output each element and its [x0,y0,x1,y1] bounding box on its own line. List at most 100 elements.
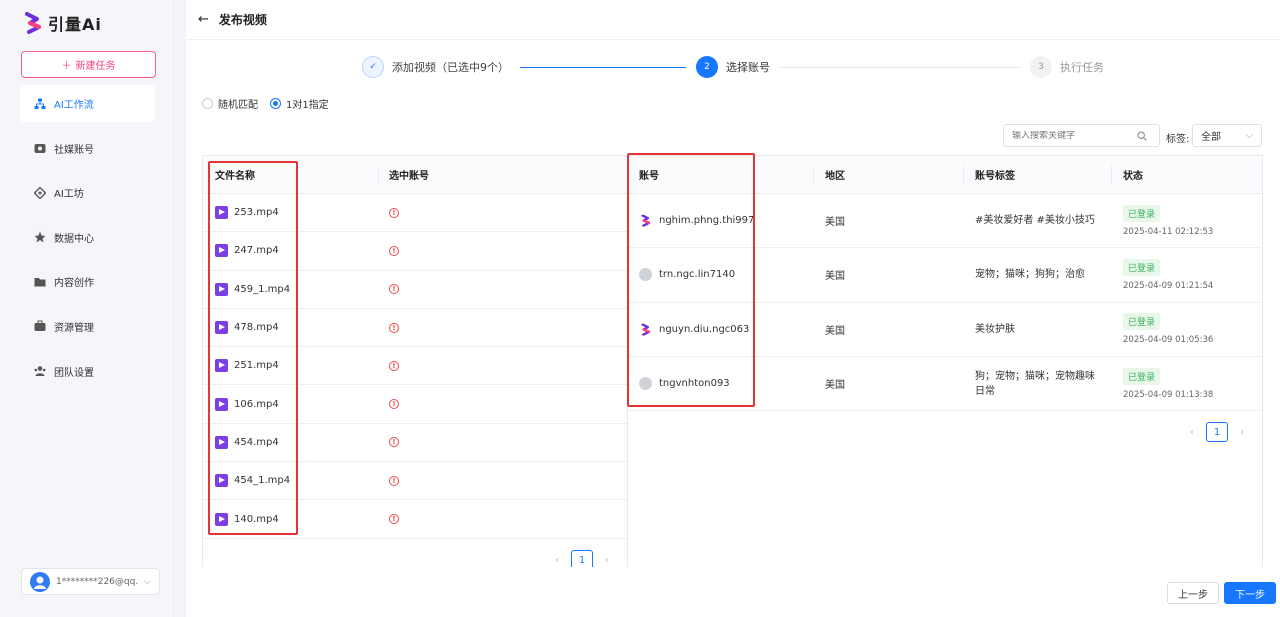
selected-account-cell[interactable]: ! [379,322,399,333]
step-connector [520,67,686,68]
radio-random-match[interactable]: 随机匹配 [202,96,258,111]
table-row[interactable]: nguyn.diu.ngc063 美国 美妆护肤 已登录 2025-04-09 01:0… [628,303,1262,357]
search-input[interactable] [1012,130,1137,141]
selected-account-cell[interactable]: ! [379,284,399,295]
user-name: 1********226@qq... [56,576,138,587]
region-cell: 美国 [825,271,845,283]
step-number: 2 [696,56,718,78]
selected-account-cell[interactable]: ! [379,207,399,218]
sidebar-item-social-account[interactable]: 社媒账号 [20,130,155,167]
status-cell: 已登录 2025-04-09 01:21:54 [1112,258,1213,291]
table-row[interactable]: 454_1.mp4! [203,462,627,501]
selected-account-cell[interactable]: ! [379,475,399,486]
table-header: 文件名称 选中账号 [203,156,627,194]
accounts-table: 账号 地区 账号标签 状态 nghim.phng.thi997 美国 #美妆爱好者 … [627,155,1263,567]
sidebar-item-data-center[interactable]: 数据中心 [20,219,155,256]
tag-filter-select[interactable]: 全部 ⌵ [1192,124,1262,147]
sidebar-item-team-settings[interactable]: 团队设置 [20,353,155,390]
table-row[interactable]: 140.mp4! [203,500,627,539]
file-name: 478.mp4 [234,322,279,334]
team-icon [34,366,46,377]
account-cell: tngvnhton093 [628,377,814,391]
file-name: 106.mp4 [234,398,279,410]
tags-cell: #美妆爱好者 #美妆小技巧 [975,215,1095,227]
warning-icon[interactable]: ! [389,207,399,218]
status-cell: 已登录 2025-04-11 02:12:53 [1112,204,1213,237]
step-indicator: ✓ 添加视频（已选中9个） 2 选择账号 3 执行任务 [362,56,1112,80]
step-select-account: 2 选择账号 [696,56,770,78]
selected-account-cell[interactable]: ! [379,245,399,256]
warning-icon[interactable]: ! [389,514,399,525]
new-task-button[interactable]: ＋ 新建任务 [21,51,156,78]
logo[interactable]: 引量Ai [24,11,102,35]
step-label: 执行任务 [1060,61,1104,74]
table-row[interactable]: 454.mp4! [203,424,627,463]
sidebar-item-ai-workflow[interactable]: AI工作流 [20,85,155,122]
logo-mark-icon [25,12,41,34]
account-name: tngvnhton093 [659,378,730,390]
default-avatar-icon [639,268,652,282]
table-row[interactable]: 253.mp4! [203,194,627,233]
warning-icon[interactable]: ! [389,284,399,295]
column-header: 地区 [814,164,964,185]
selected-account-cell[interactable]: ! [379,360,399,371]
table-row[interactable]: 478.mp4! [203,309,627,348]
sidebar-item-label: AI工坊 [54,189,84,201]
radio-one-to-one[interactable]: 1对1指定 [270,96,329,111]
selected-account-cell[interactable]: ! [379,514,399,525]
warning-icon[interactable]: ! [389,245,399,256]
column-header: 账号标签 [964,164,1112,185]
warning-icon[interactable]: ! [389,322,399,333]
sidebar-item-ai-workshop[interactable]: AI工坊 [20,174,155,211]
sidebar-item-label: AI工作流 [54,100,94,111]
sidebar-item-label: 数据中心 [54,233,94,245]
next-step-button[interactable]: 下一步 [1224,582,1276,604]
page-number[interactable]: 1 [1206,422,1228,442]
back-arrow-icon[interactable]: ← [198,12,209,27]
selected-account-cell[interactable]: ! [379,399,399,410]
new-task-label: 新建任务 [75,61,116,72]
warning-icon[interactable]: ! [389,360,399,371]
table-row[interactable]: tngvnhton093 美国 狗；宠物；猫咪；宠物趣味日常 已登录 2025-04-0… [628,357,1262,412]
file-name: 459_1.mp4 [234,283,291,295]
file-name: 253.mp4 [234,207,279,219]
next-page-icon[interactable]: › [605,555,609,566]
column-header: 状态 [1123,171,1143,182]
step-add-video: ✓ 添加视频（已选中9个） [362,56,509,78]
account-cell: trn.ngc.lin7140 [628,268,814,282]
table-row[interactable]: trn.ngc.lin7140 美国 宠物；猫咪；狗狗；治愈 已登录 2025-04-0… [628,248,1262,303]
sidebar-item-resource-management[interactable]: 资源管理 [20,308,155,345]
table-row[interactable]: nghim.phng.thi997 美国 #美妆爱好者 #美妆小技巧 已登录 2025-… [628,194,1262,249]
tag-filter-label: 标签: [1166,134,1190,145]
search-icon[interactable] [1137,130,1147,141]
radio-label: 随机匹配 [218,100,258,111]
radio-selected-icon [270,98,281,109]
prev-page-icon[interactable]: ‹ [1190,427,1194,438]
column-header: 文件名称 [203,164,379,185]
table-row[interactable]: 251.mp4! [203,347,627,386]
sidebar-item-content-creation[interactable]: 内容创作 [20,263,155,300]
status-cell: 已登录 2025-04-09 01:13:38 [1112,367,1213,400]
account-name: nghim.phng.thi997 [659,215,755,227]
social-account-icon [34,144,46,154]
table-row[interactable]: 106.mp4! [203,385,627,424]
file-name: 251.mp4 [234,360,279,372]
selected-account-cell[interactable]: ! [379,437,399,448]
table-row[interactable]: 247.mp4! [203,232,627,271]
warning-icon[interactable]: ! [389,399,399,410]
avatar [30,571,50,592]
prev-page-icon[interactable]: ‹ [555,555,559,566]
file-cell: 454.mp4 [203,435,379,449]
user-menu[interactable]: 1********226@qq... ⌵ [21,568,160,595]
sidebar-item-label: 团队设置 [54,367,94,379]
prev-step-button[interactable]: 上一步 [1167,582,1219,604]
video-file-icon [215,321,228,335]
warning-icon[interactable]: ! [389,475,399,486]
file-cell: 251.mp4 [203,359,379,373]
warning-icon[interactable]: ! [389,437,399,448]
table-row[interactable]: 459_1.mp4! [203,271,627,309]
status-badge: 已登录 [1123,204,1161,222]
accounts-pagination: ‹ 1 › [1190,422,1244,442]
match-mode-group: 随机匹配 1对1指定 [202,96,329,111]
next-page-icon[interactable]: › [1240,427,1244,438]
